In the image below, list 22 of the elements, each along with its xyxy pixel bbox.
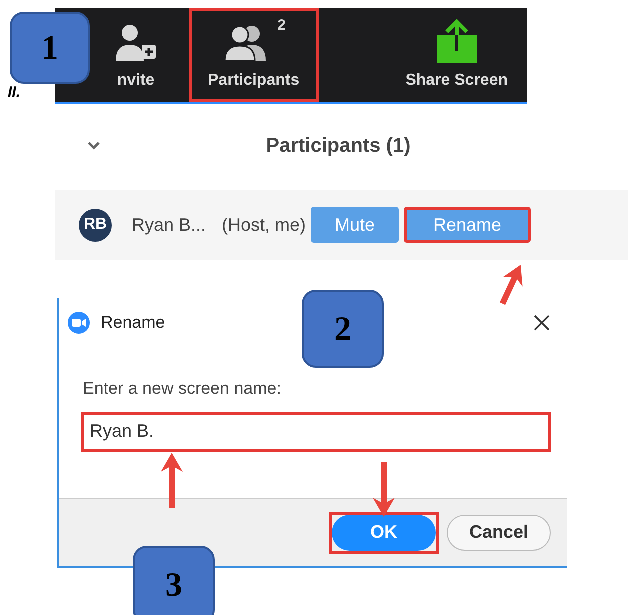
toolbar-button[interactable]: Share Screen xyxy=(386,8,527,102)
avatar-initials: RB xyxy=(79,208,112,242)
list-marker: II. xyxy=(8,82,21,102)
close-icon[interactable] xyxy=(533,314,551,332)
share-screen-icon xyxy=(434,19,479,63)
step-number-badge: 1 xyxy=(10,12,90,84)
video-camera-logo-icon xyxy=(67,311,91,335)
screen-name-field[interactable]: Ryan B. xyxy=(81,412,551,452)
chevron-down-icon[interactable] xyxy=(87,141,101,151)
dialog-title: Rename xyxy=(101,312,166,334)
panel-title: Participants (1) xyxy=(266,134,412,159)
toolbar-button[interactable]: nvite xyxy=(95,8,177,102)
person-plus-icon xyxy=(114,23,158,63)
pointer-arrow xyxy=(160,452,184,508)
participant-count: 2 xyxy=(278,16,286,36)
dialog-button[interactable]: Cancel xyxy=(447,514,551,550)
dialog-prompt: Enter a new screen name: xyxy=(83,378,282,400)
toolbar-button[interactable]: 2 Participants xyxy=(189,8,319,102)
step-number-badge: 3 xyxy=(133,546,215,615)
step-number-badge: 2 xyxy=(302,290,384,368)
participant-name: Ryan B... xyxy=(132,214,206,237)
participant-role: (Host, me) xyxy=(222,214,306,237)
